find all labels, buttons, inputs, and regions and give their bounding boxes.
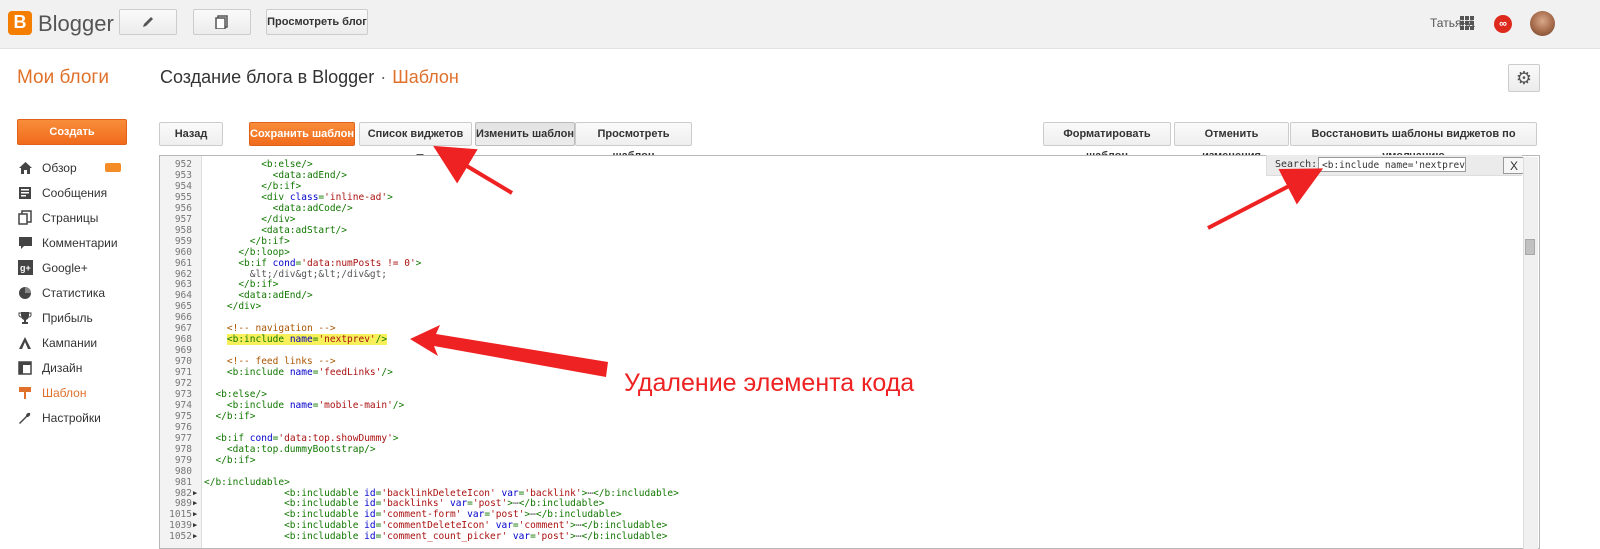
arrow-to-highlighted-code [410, 325, 608, 377]
arrow-to-widget-list [433, 145, 514, 195]
arrow-to-search [1207, 168, 1324, 230]
annotation-arrows [410, 145, 1324, 377]
